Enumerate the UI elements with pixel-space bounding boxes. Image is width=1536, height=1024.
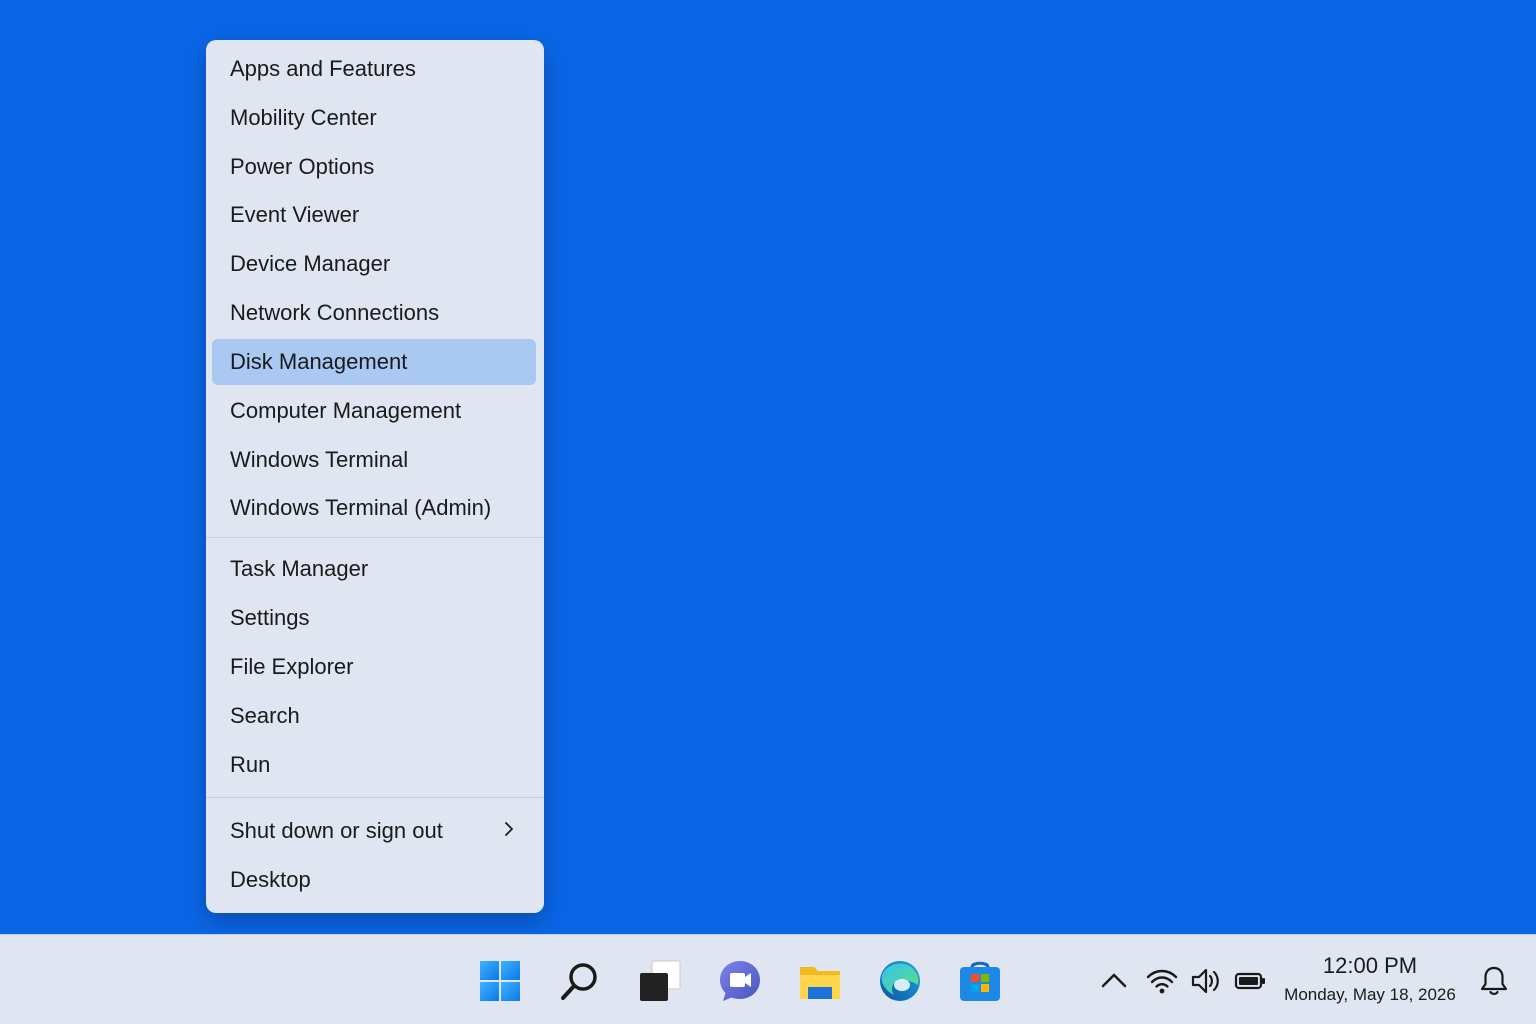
- menu-item-windows-terminal[interactable]: Windows Terminal: [212, 437, 536, 483]
- menu-item-mobility-center[interactable]: Mobility Center: [212, 95, 536, 141]
- bell-icon[interactable]: [1478, 965, 1510, 997]
- menu-item-label: File Explorer: [230, 654, 354, 679]
- chevron-up-icon[interactable]: [1098, 965, 1130, 997]
- menu-item-label: Event Viewer: [230, 202, 360, 227]
- menu-item-event-viewer[interactable]: Event Viewer: [212, 192, 536, 238]
- menu-item-device-manager[interactable]: Device Manager: [212, 241, 536, 287]
- menu-separator: [206, 537, 544, 538]
- menu-item-label: Task Manager: [230, 556, 369, 581]
- menu-item-label: Device Manager: [230, 251, 391, 276]
- menu-item-label: Settings: [230, 605, 310, 630]
- edge-icon[interactable]: [878, 959, 922, 1003]
- menu-separator: [206, 797, 544, 798]
- menu-item-windows-terminal-admin[interactable]: Windows Terminal (Admin): [212, 485, 536, 531]
- menu-item-shut-down-or-sign-out[interactable]: Shut down or sign out: [212, 808, 536, 854]
- menu-item-label: Search: [230, 703, 300, 728]
- menu-item-apps-and-features[interactable]: Apps and Features: [212, 46, 536, 92]
- menu-item-settings[interactable]: Settings: [212, 595, 536, 641]
- menu-item-computer-management[interactable]: Computer Management: [212, 388, 536, 434]
- menu-item-power-options[interactable]: Power Options: [212, 144, 536, 190]
- teams-chat-icon[interactable]: [718, 959, 762, 1003]
- search-icon[interactable]: [558, 959, 602, 1003]
- taskbar: 12:00 PM Monday, May 18, 2026: [0, 934, 1536, 1024]
- wifi-icon[interactable]: [1146, 965, 1178, 997]
- menu-item-label: Apps and Features: [230, 56, 416, 81]
- menu-item-desktop[interactable]: Desktop: [212, 857, 536, 903]
- task-view-icon[interactable]: [638, 959, 682, 1003]
- menu-item-label: Disk Management: [230, 349, 408, 374]
- menu-item-label: Shut down or sign out: [230, 818, 443, 843]
- menu-item-run[interactable]: Run: [212, 742, 536, 788]
- menu-item-label: Windows Terminal: [230, 447, 409, 472]
- menu-item-network-connections[interactable]: Network Connections: [212, 290, 536, 336]
- menu-item-label: Desktop: [230, 867, 311, 892]
- menu-item-label: Network Connections: [230, 300, 440, 325]
- quick-link-menu: Apps and Features Mobility Center Power …: [206, 40, 544, 913]
- clock-time[interactable]: 12:00 PM: [1290, 953, 1450, 979]
- windows-start-icon[interactable]: [478, 959, 522, 1003]
- battery-icon[interactable]: [1234, 965, 1266, 997]
- menu-item-task-manager[interactable]: Task Manager: [212, 546, 536, 592]
- store-icon[interactable]: [958, 959, 1002, 1003]
- menu-item-label: Mobility Center: [230, 105, 377, 130]
- file-explorer-icon[interactable]: [798, 959, 842, 1003]
- clock-date[interactable]: Monday, May 18, 2026: [1276, 985, 1464, 1005]
- menu-item-label: Windows Terminal (Admin): [230, 495, 492, 520]
- menu-item-label: Computer Management: [230, 398, 462, 423]
- menu-item-label: Power Options: [230, 154, 375, 179]
- menu-item-disk-management[interactable]: Disk Management: [212, 339, 536, 385]
- menu-item-file-explorer[interactable]: File Explorer: [212, 644, 536, 690]
- menu-item-search[interactable]: Search: [212, 693, 536, 739]
- volume-icon[interactable]: [1190, 965, 1222, 997]
- chevron-right-icon: [505, 822, 513, 836]
- menu-item-label: Run: [230, 752, 271, 777]
